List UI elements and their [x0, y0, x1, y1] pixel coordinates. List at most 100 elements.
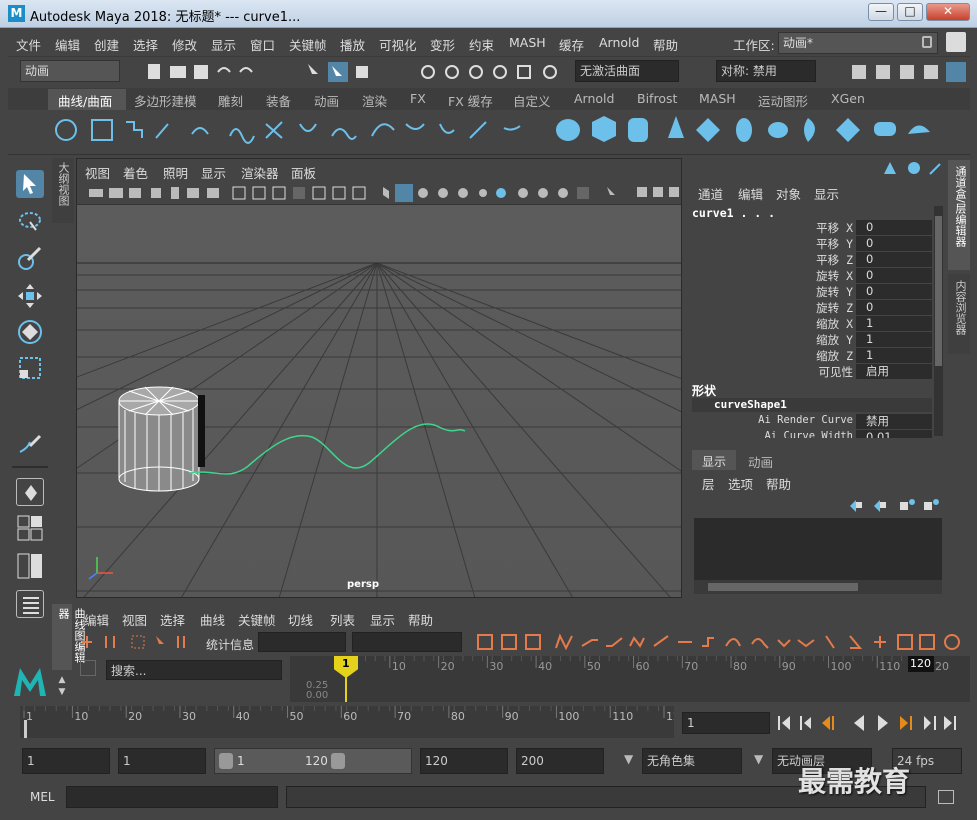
graph-menu-select[interactable]: 选择 — [160, 610, 185, 629]
layer-list[interactable] — [694, 518, 942, 580]
maximize-button[interactable]: □ — [897, 3, 923, 21]
snap-icons[interactable] — [418, 62, 568, 82]
layer-tab-display[interactable]: 显示 — [692, 450, 736, 470]
nurbs-curve[interactable] — [188, 423, 466, 475]
tab-polygon[interactable]: 多边形建模 — [134, 91, 197, 110]
menu-display[interactable]: 显示 — [211, 35, 236, 54]
playback-start-field[interactable]: 1 — [118, 748, 206, 774]
tab-arnold[interactable]: Arnold — [574, 91, 614, 106]
node-name[interactable]: curve1 . . . — [692, 206, 775, 220]
graph-menu-list[interactable]: 列表 — [330, 610, 355, 629]
shape-value[interactable]: 禁用 — [856, 414, 932, 429]
shelf-tool-icons[interactable] — [8, 110, 970, 155]
cb-menu-channels[interactable]: 通道 — [698, 184, 723, 203]
layer-menu-help[interactable]: 帮助 — [766, 474, 791, 493]
channel-value[interactable]: 1 — [856, 316, 932, 331]
menu-select[interactable]: 选择 — [133, 35, 158, 54]
tab-content-browser[interactable]: 内容浏览器 — [948, 274, 970, 354]
channel-value[interactable]: 1 — [856, 348, 932, 363]
filter-icon[interactable] — [80, 660, 96, 676]
shape-node-row[interactable]: curveShape1 — [692, 398, 932, 412]
vp-menu-panels[interactable]: 面板 — [291, 163, 316, 182]
menu-edit[interactable]: 编辑 — [55, 35, 80, 54]
tab-rendering[interactable]: 渲染 — [362, 91, 387, 110]
graph-menu-edit[interactable]: 编辑 — [84, 610, 109, 629]
channel-value[interactable]: 0 — [856, 252, 932, 267]
menu-help[interactable]: 帮助 — [653, 35, 678, 54]
menu-mash[interactable]: MASH — [509, 35, 546, 50]
tab-motion-graphics[interactable]: 运动图形 — [758, 91, 808, 110]
menu-modify[interactable]: 修改 — [172, 35, 197, 54]
menu-set-dropdown[interactable]: 动画 — [20, 60, 120, 82]
vp-menu-show[interactable]: 显示 — [201, 163, 226, 182]
tab-fx[interactable]: FX — [410, 91, 426, 106]
tab-sculpt[interactable]: 雕刻 — [218, 91, 243, 110]
graph-menu-show[interactable]: 显示 — [370, 610, 395, 629]
channel-value[interactable]: 启用 — [856, 364, 932, 379]
menu-constrain[interactable]: 约束 — [469, 35, 494, 54]
character-set-field[interactable]: 无角色集 — [642, 748, 742, 774]
live-surface-field[interactable]: 无激活曲面 — [575, 60, 679, 82]
channel-scrollbar[interactable] — [934, 206, 943, 436]
single-layout-icon[interactable] — [16, 478, 44, 506]
cb-menu-show[interactable]: 显示 — [814, 184, 839, 203]
tab-animation[interactable]: 动画 — [314, 91, 339, 110]
paint-select-tool-icon[interactable] — [16, 244, 44, 272]
playback-controls[interactable] — [776, 712, 966, 734]
graph-menu-help[interactable]: 帮助 — [408, 610, 433, 629]
tab-fx-cache[interactable]: FX 缓存 — [448, 91, 493, 110]
time-cursor[interactable] — [24, 720, 27, 738]
menu-playback[interactable]: 播放 — [340, 35, 365, 54]
tab-mash[interactable]: MASH — [699, 91, 736, 106]
range-handle-end[interactable] — [331, 753, 345, 769]
channel-value[interactable]: 0 — [856, 268, 932, 283]
tab-curves-surfaces[interactable]: 曲线/曲面 — [58, 91, 112, 110]
outliner-layout-icon[interactable] — [16, 590, 44, 618]
menu-file[interactable]: 文件 — [16, 35, 41, 54]
channel-value[interactable]: 0 — [856, 300, 932, 315]
channel-box-icons[interactable] — [884, 160, 946, 178]
viewport-toolbar-icons[interactable] — [77, 181, 681, 205]
channel-value[interactable]: 1 — [856, 332, 932, 347]
lock-icon[interactable] — [922, 36, 932, 48]
two-layout-icon[interactable] — [16, 552, 44, 580]
time-slider-track[interactable]: 1102030405060708090100110120 — [20, 706, 687, 738]
graph-key-tangent-icons[interactable] — [474, 632, 970, 652]
scene-end-field[interactable]: 200 — [516, 748, 604, 774]
animlayer-dropdown-icon[interactable]: ▼ — [754, 752, 763, 766]
menu-cache[interactable]: 缓存 — [559, 35, 584, 54]
tab-rigging[interactable]: 装备 — [266, 91, 291, 110]
graph-canvas[interactable]: 1102030405060708090100110120 1 120 0.25 … — [290, 656, 970, 702]
command-input[interactable] — [66, 786, 278, 808]
perspective-scene[interactable] — [0, 205, 977, 606]
curve-tool-icon[interactable] — [16, 430, 44, 458]
graph-side-tab[interactable]: 曲线图编辑器 — [52, 604, 86, 670]
layer-menu-layers[interactable]: 层 — [702, 474, 715, 493]
script-editor-icon[interactable] — [938, 790, 954, 804]
tab-channelbox-layers[interactable]: 通道盒/层编辑器 — [948, 160, 970, 270]
selection-mode-icons[interactable] — [304, 62, 384, 82]
menu-window[interactable]: 窗口 — [250, 35, 275, 54]
vp-menu-lighting[interactable]: 照明 — [163, 163, 188, 182]
vp-menu-renderer[interactable]: 渲染器 — [241, 163, 279, 182]
viewport-panel[interactable]: 视图 着色 照明 显示 渲染器 面板 persp — [0, 158, 977, 606]
graph-menu-tangents[interactable]: 切线 — [288, 610, 313, 629]
menu-create[interactable]: 创建 — [94, 35, 119, 54]
graph-menu-keys[interactable]: 关键帧 — [238, 610, 276, 629]
layer-scrollbar[interactable] — [694, 580, 942, 594]
tab-xgen[interactable]: XGen — [831, 91, 865, 106]
menu-visualize[interactable]: 可视化 — [379, 35, 417, 54]
render-icons[interactable] — [850, 62, 966, 82]
mel-label[interactable]: MEL — [30, 790, 55, 804]
channel-value[interactable]: 0 — [856, 220, 932, 235]
graph-menu-view[interactable]: 视图 — [122, 610, 147, 629]
tab-bifrost[interactable]: Bifrost — [637, 91, 677, 106]
layer-action-icons[interactable] — [846, 496, 942, 512]
range-slider-bar[interactable]: 1 120 — [214, 748, 412, 774]
minimize-button[interactable]: — — [868, 3, 894, 21]
stats-field-1[interactable] — [258, 632, 346, 652]
tab-custom[interactable]: 自定义 — [513, 91, 551, 110]
cb-menu-edit[interactable]: 编辑 — [738, 184, 763, 203]
viewport-canvas[interactable]: persp — [0, 205, 977, 606]
menu-deform[interactable]: 变形 — [430, 35, 455, 54]
